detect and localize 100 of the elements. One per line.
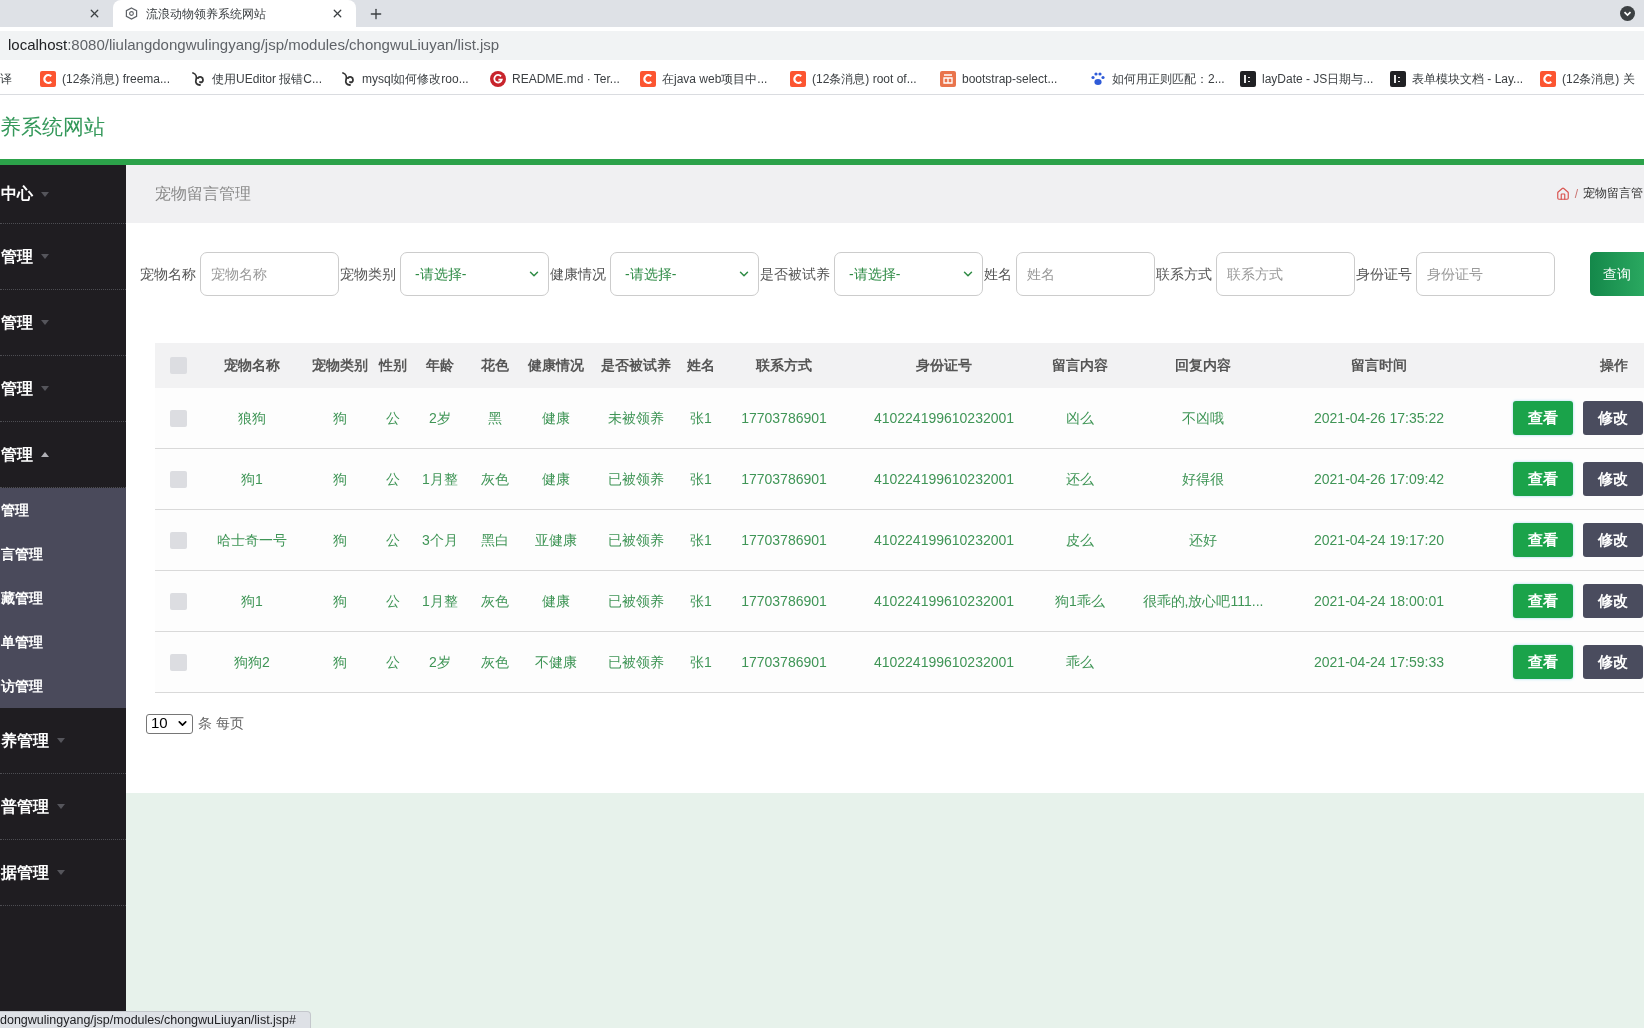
edit-button[interactable]: 修改 — [1583, 645, 1643, 679]
bookmark-link[interactable]: 如何用正则匹配：2... — [1090, 69, 1225, 88]
input-field[interactable]: 宠物名称 — [200, 252, 339, 296]
table-cell-text: 公 — [386, 652, 400, 672]
bookmark-link[interactable]: 使用UEditor 报错C... — [190, 69, 322, 88]
filter-label: 身份证号 — [1356, 264, 1412, 284]
breadcrumb-separator: / — [1574, 186, 1578, 203]
table-cell-text: 1月整 — [422, 591, 458, 611]
browser-tab[interactable]: 流浪动物领养系统网站 — [113, 0, 356, 27]
checkbox[interactable] — [170, 592, 187, 610]
table-cell-text: 张1 — [690, 469, 712, 489]
table-cell-text: 灰色 — [481, 652, 509, 672]
column-header: 操作 — [1600, 356, 1628, 375]
submenu-item[interactable]: 藏管理 — [0, 576, 126, 620]
table-cell-text: 公 — [386, 591, 400, 611]
select-dropdown[interactable]: -请选择- — [834, 252, 983, 296]
dropdown-circle-icon[interactable] — [1620, 6, 1635, 21]
column-header: 宠物名称 — [224, 356, 280, 375]
search-button[interactable]: 查询 — [1590, 252, 1644, 296]
table-cell-text: 公 — [386, 530, 400, 550]
table-cell-text: 张1 — [690, 591, 712, 611]
submenu-item[interactable]: 单管理 — [0, 620, 126, 664]
edit-button[interactable]: 修改 — [1583, 523, 1643, 557]
checkbox[interactable] — [170, 470, 187, 488]
table-cell-text: 2021-04-24 17:59:33 — [1314, 652, 1444, 672]
table-cell-text: 已被领养 — [608, 591, 664, 611]
column-header: 性别 — [379, 356, 407, 375]
column-header: 姓名 — [687, 356, 715, 375]
table-cell-text: 2021-04-26 17:09:42 — [1314, 469, 1444, 489]
table-cell-text: 黑白 — [481, 530, 509, 550]
bookmark-link[interactable]: README.md · Ter... — [490, 69, 620, 88]
column-header: 回复内容 — [1175, 356, 1231, 375]
table-cell-text: 17703786901 — [741, 530, 827, 550]
bookmark-link[interactable]: 在java web项目中... — [640, 69, 768, 88]
table-cell-text: 410224199610232001 — [873, 469, 1015, 489]
table-cell-text: 还么 — [1066, 469, 1094, 489]
input-field[interactable]: 姓名 — [1016, 252, 1155, 296]
table-cell-text: 2021-04-26 17:35:22 — [1314, 408, 1444, 428]
select-dropdown[interactable]: -请选择- — [610, 252, 759, 296]
table-cell-text: 不凶哦 — [1182, 408, 1224, 428]
table-cell-text: 2岁 — [429, 408, 451, 428]
bookmark-link[interactable]: mysql如何修改roo... — [340, 69, 469, 88]
filter-label: 宠物名称 — [140, 264, 196, 284]
filter-label: 是否被试养 — [760, 264, 830, 284]
swirl-icon — [340, 70, 356, 87]
submenu-item[interactable]: 管理 — [0, 488, 126, 532]
close-icon[interactable] — [88, 7, 101, 20]
table-cell-text: 张1 — [690, 530, 712, 550]
page-size-select[interactable]: 10 — [146, 713, 193, 734]
bookmark-link[interactable]: (12条消息) 关 — [1540, 69, 1635, 88]
table-cell-text: 狗1 — [241, 469, 263, 489]
c-tile-icon — [640, 70, 656, 87]
column-header: 留言时间 — [1351, 356, 1407, 375]
edit-button[interactable]: 修改 — [1583, 584, 1643, 618]
input-field[interactable]: 身份证号 — [1416, 252, 1555, 296]
select-dropdown[interactable]: -请选择- — [400, 252, 549, 296]
page-title: 宠物留言管理 — [155, 184, 251, 204]
page-size-label: 条 每页 — [198, 714, 244, 733]
close-icon[interactable] — [331, 7, 344, 20]
table-cell-text: 公 — [386, 408, 400, 428]
swirl-icon — [190, 70, 206, 87]
checkbox[interactable] — [170, 653, 187, 671]
submenu-item[interactable]: 言管理 — [0, 532, 126, 576]
bookmark-link[interactable]: bootstrap-select... — [940, 69, 1058, 88]
breadcrumb-current: 宠物留言管 — [1583, 186, 1643, 202]
table-cell-text: 17703786901 — [741, 469, 827, 489]
column-header: 花色 — [481, 356, 509, 375]
bookmark-link[interactable]: layDate - JS日期与... — [1240, 69, 1374, 88]
table-cell-text: 410224199610232001 — [873, 591, 1015, 611]
bookmark-link[interactable]: (12条消息) freema... — [40, 69, 171, 88]
edit-button[interactable]: 修改 — [1583, 401, 1643, 435]
table-cell-text: 狗 — [333, 469, 347, 489]
checkbox[interactable] — [170, 409, 187, 427]
bookmark-link[interactable]: (12条消息) root of... — [790, 69, 917, 88]
filter-label: 宠物类别 — [340, 264, 396, 284]
address-field[interactable]: localhost:8080/liulangdongwulingyang/jsp/modules/chongwuLiuyan/list.jsp — [0, 30, 1644, 60]
tile-icon — [1240, 70, 1256, 87]
column-header: 身份证号 — [916, 356, 972, 375]
bookmark-link[interactable]: 译 — [0, 69, 12, 88]
table-cell-text: 健康 — [542, 408, 570, 428]
checkbox[interactable] — [170, 531, 187, 549]
c-tile-icon — [1540, 70, 1556, 87]
table-cell-text: 狗狗2 — [234, 652, 270, 672]
table-cell-text: 狼狗 — [238, 408, 266, 428]
table-cell-text: 17703786901 — [741, 591, 827, 611]
edit-button[interactable]: 修改 — [1583, 462, 1643, 496]
bookmark-link[interactable]: 表单模块文档 - Lay... — [1390, 69, 1524, 88]
tile-icon — [1390, 70, 1406, 87]
table-cell-text: 灰色 — [481, 469, 509, 489]
table-cell-text: 健康 — [542, 591, 570, 611]
submenu-item[interactable]: 访管理 — [0, 664, 126, 708]
table-cell-text: 17703786901 — [741, 408, 827, 428]
column-header: 宠物类别 — [312, 356, 368, 375]
c-tile-icon — [40, 70, 56, 87]
home-icon[interactable] — [1555, 187, 1570, 201]
table-cell-text: 2021-04-24 18:00:01 — [1314, 591, 1444, 611]
filter-label: 健康情况 — [550, 264, 606, 284]
table-cell-text: 狗1 — [241, 591, 263, 611]
table-cell-text: 狗 — [333, 652, 347, 672]
input-field[interactable]: 联系方式 — [1216, 252, 1355, 296]
